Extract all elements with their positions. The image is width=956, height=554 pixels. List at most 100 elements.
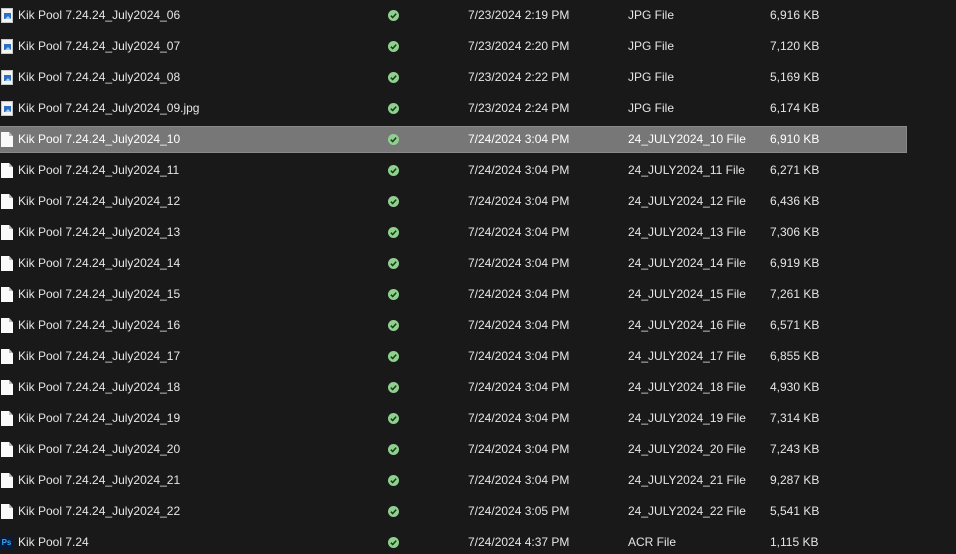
- file-size: 6,916 KB: [770, 8, 820, 22]
- generic-file-icon: [1, 225, 13, 240]
- file-type: 24_JULY2024_18 File: [628, 380, 746, 394]
- date-modified: 7/24/2024 3:04 PM: [468, 473, 570, 487]
- file-name: Kik Pool 7.24.24_July2024_10: [18, 132, 181, 146]
- file-type: 24_JULY2024_16 File: [628, 318, 746, 332]
- status-cell: [386, 406, 400, 431]
- file-size: 6,174 KB: [770, 101, 820, 115]
- date-modified: 7/24/2024 3:04 PM: [468, 411, 570, 425]
- available-status-icon: [388, 382, 399, 393]
- generic-file-icon: [1, 256, 13, 271]
- file-type: 24_JULY2024_11 File: [628, 163, 745, 177]
- generic-file-icon: [1, 473, 13, 488]
- file-row[interactable]: Kik Pool 7.24.24_July2024_09.jpg 7/23/20…: [0, 96, 906, 121]
- image-glyph: [4, 75, 11, 81]
- available-status-icon: [388, 413, 399, 424]
- file-type: ACR File: [628, 535, 677, 549]
- status-cell: [386, 189, 400, 214]
- date-modified: 7/24/2024 3:04 PM: [468, 132, 570, 146]
- file-type: 24_JULY2024_19 File: [628, 411, 746, 425]
- status-cell: [386, 468, 400, 493]
- file-name: Kik Pool 7.24.24_July2024_13: [18, 225, 181, 239]
- status-cell: [386, 220, 400, 245]
- file-name: Kik Pool 7.24.24_July2024_12: [18, 194, 181, 208]
- status-cell: [386, 375, 400, 400]
- status-cell: [386, 282, 400, 307]
- file-row[interactable]: Kik Pool 7.24.24_July2024_06 7/23/2024 2…: [0, 3, 906, 28]
- file-row[interactable]: Kik Pool 7.24.24_July2024_17 7/24/2024 3…: [0, 344, 906, 369]
- generic-file-icon: [1, 163, 13, 178]
- file-row[interactable]: Kik Pool 7.24.24_July2024_19 7/24/2024 3…: [0, 406, 906, 431]
- generic-file-icon: [1, 287, 13, 302]
- file-type: 24_JULY2024_17 File: [628, 349, 746, 363]
- file-name: Kik Pool 7.24.24_July2024_15: [18, 287, 181, 301]
- status-cell: [386, 158, 400, 183]
- date-modified: 7/23/2024 2:19 PM: [468, 8, 570, 22]
- file-row[interactable]: Kik Pool 7.24.24_July2024_15 7/24/2024 3…: [0, 282, 906, 307]
- file-row[interactable]: Kik Pool 7.24.24_July2024_12 7/24/2024 3…: [0, 189, 906, 214]
- status-cell: [386, 251, 400, 276]
- file-row[interactable]: Kik Pool 7.24.24_July2024_16 7/24/2024 3…: [0, 313, 906, 338]
- generic-file-icon: [1, 318, 13, 333]
- generic-file-icon: [1, 349, 13, 364]
- file-row[interactable]: Kik Pool 7.24.24_July2024_13 7/24/2024 3…: [0, 220, 906, 245]
- file-row[interactable]: Kik Pool 7.24.24_July2024_07 7/23/2024 2…: [0, 34, 906, 59]
- date-modified: 7/24/2024 3:04 PM: [468, 380, 570, 394]
- file-name: Kik Pool 7.24: [18, 535, 89, 549]
- date-modified: 7/24/2024 3:05 PM: [468, 504, 570, 518]
- file-type: 24_JULY2024_20 File: [628, 442, 746, 456]
- file-size: 7,243 KB: [770, 442, 820, 456]
- file-row[interactable]: Kik Pool 7.24.24_July2024_08 7/23/2024 2…: [0, 65, 906, 90]
- file-size: 7,306 KB: [770, 225, 820, 239]
- available-status-icon: [388, 537, 399, 548]
- file-row[interactable]: Kik Pool 7.24.24_July2024_21 7/24/2024 3…: [0, 468, 906, 493]
- file-name: Kik Pool 7.24.24_July2024_18: [18, 380, 181, 394]
- file-size: 7,314 KB: [770, 411, 820, 425]
- available-status-icon: [388, 506, 399, 517]
- file-row[interactable]: Kik Pool 7.24.24_July2024_10 7/24/2024 3…: [0, 126, 907, 153]
- file-name: Kik Pool 7.24.24_July2024_14: [18, 256, 181, 270]
- file-row[interactable]: Kik Pool 7.24.24_July2024_22 7/24/2024 3…: [0, 499, 906, 524]
- date-modified: 7/23/2024 2:24 PM: [468, 101, 570, 115]
- available-status-icon: [388, 475, 399, 486]
- file-name: Kik Pool 7.24.24_July2024_07: [18, 39, 181, 53]
- file-row[interactable]: Kik Pool 7.24.24_July2024_14 7/24/2024 3…: [0, 251, 906, 276]
- file-name: Kik Pool 7.24.24_July2024_06: [18, 8, 181, 22]
- file-row[interactable]: Ps Kik Pool 7.24 7/24/2024 4:37 PM ACR F…: [0, 530, 906, 554]
- file-name: Kik Pool 7.24.24_July2024_16: [18, 318, 181, 332]
- available-status-icon: [388, 10, 399, 21]
- date-modified: 7/24/2024 3:04 PM: [468, 287, 570, 301]
- image-glyph: [4, 13, 11, 19]
- generic-file-icon: [1, 380, 13, 395]
- file-size: 4,930 KB: [770, 380, 820, 394]
- file-size: 5,169 KB: [770, 70, 820, 84]
- status-cell: [386, 3, 400, 28]
- date-modified: 7/24/2024 3:04 PM: [468, 442, 570, 456]
- jpg-file-icon: [1, 39, 13, 54]
- photoshop-file-icon: Ps: [0, 536, 13, 550]
- generic-file-icon: [1, 194, 13, 209]
- file-row[interactable]: Kik Pool 7.24.24_July2024_11 7/24/2024 3…: [0, 158, 906, 183]
- file-row[interactable]: Kik Pool 7.24.24_July2024_20 7/24/2024 3…: [0, 437, 906, 462]
- jpg-file-icon: [1, 101, 13, 116]
- date-modified: 7/24/2024 3:04 PM: [468, 194, 570, 208]
- file-name: Kik Pool 7.24.24_July2024_11: [18, 163, 180, 177]
- file-type: 24_JULY2024_10 File: [628, 132, 746, 146]
- status-cell: [386, 96, 400, 121]
- available-status-icon: [388, 103, 399, 114]
- file-type: 24_JULY2024_13 File: [628, 225, 746, 239]
- file-row[interactable]: Kik Pool 7.24.24_July2024_18 7/24/2024 3…: [0, 375, 906, 400]
- file-list: Kik Pool 7.24.24_July2024_06 7/23/2024 2…: [0, 0, 956, 554]
- file-size: 1,115 KB: [770, 535, 819, 549]
- jpg-file-icon: [1, 70, 13, 85]
- file-size: 6,271 KB: [770, 163, 820, 177]
- status-cell: [386, 499, 400, 524]
- image-glyph: [4, 44, 11, 50]
- jpg-file-icon: [1, 8, 13, 23]
- file-name: Kik Pool 7.24.24_July2024_20: [18, 442, 181, 456]
- file-size: 6,571 KB: [770, 318, 820, 332]
- status-cell: [386, 65, 400, 90]
- date-modified: 7/24/2024 3:04 PM: [468, 256, 570, 270]
- generic-file-icon: [1, 442, 13, 457]
- file-size: 9,287 KB: [770, 473, 820, 487]
- file-size: 7,120 KB: [770, 39, 820, 53]
